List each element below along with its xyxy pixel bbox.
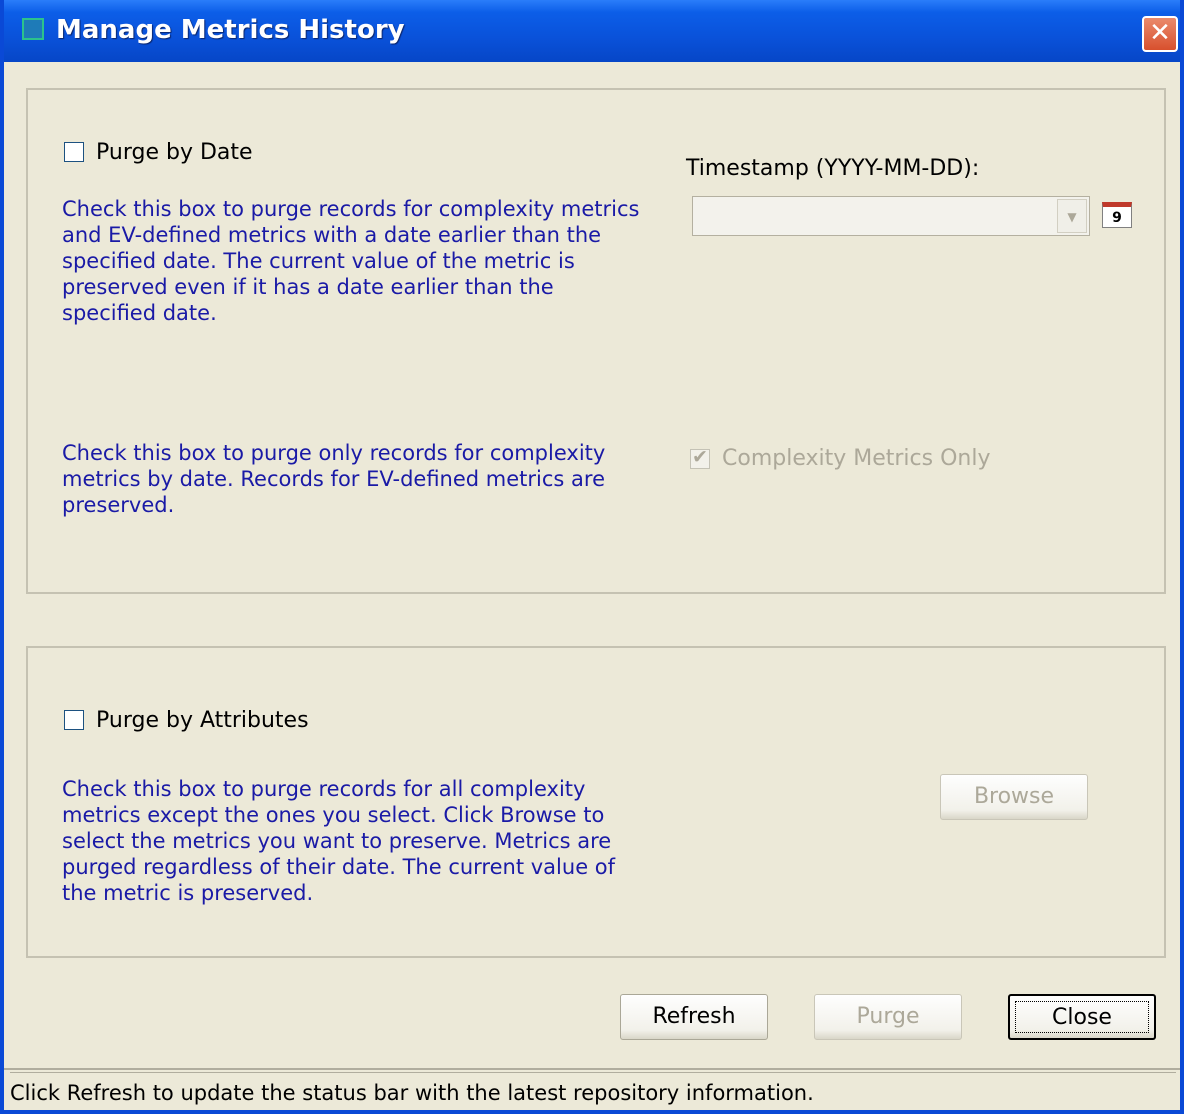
purge-by-attributes-label[interactable]: Purge by Attributes	[96, 708, 309, 733]
status-divider	[4, 1068, 1180, 1070]
purge-by-date-description: Check this box to purge records for comp…	[62, 197, 640, 325]
checkmark-icon: ✔	[692, 446, 708, 468]
browse-button[interactable]: Browse	[940, 774, 1088, 820]
complexity-description: Check this box to purge only records for…	[62, 441, 606, 517]
title-bar: Manage Metrics History ✕	[4, 0, 1180, 62]
complexity-metrics-only-label[interactable]: Complexity Metrics Only	[722, 446, 991, 471]
window-title: Manage Metrics History	[56, 15, 405, 45]
calendar-icon[interactable]: 9	[1102, 202, 1132, 228]
purge-by-date-checkbox[interactable]	[64, 142, 84, 162]
close-window-icon[interactable]: ✕	[1142, 16, 1178, 52]
purge-by-date-label[interactable]: Purge by Date	[96, 140, 253, 165]
timestamp-label: Timestamp (YYYY-MM-DD):	[686, 156, 980, 181]
purge-by-attributes-checkbox[interactable]	[64, 710, 84, 730]
complexity-metrics-only-checkbox[interactable]: ✔	[690, 446, 710, 469]
purge-by-attributes-description: Check this box to purge records for all …	[62, 777, 616, 905]
purge-button[interactable]: Purge	[814, 994, 962, 1040]
chevron-down-icon[interactable]: ▼	[1057, 199, 1087, 233]
app-icon	[22, 18, 44, 40]
manage-metrics-history-dialog: Manage Metrics History ✕ Purge by Date C…	[0, 0, 1184, 1114]
close-button[interactable]: Close	[1008, 994, 1156, 1040]
timestamp-combo[interactable]: ▼	[692, 196, 1090, 236]
close-button-label: Close	[1015, 1001, 1149, 1033]
status-bar: Click Refresh to update the status bar w…	[10, 1072, 1176, 1109]
refresh-button[interactable]: Refresh	[620, 994, 768, 1040]
